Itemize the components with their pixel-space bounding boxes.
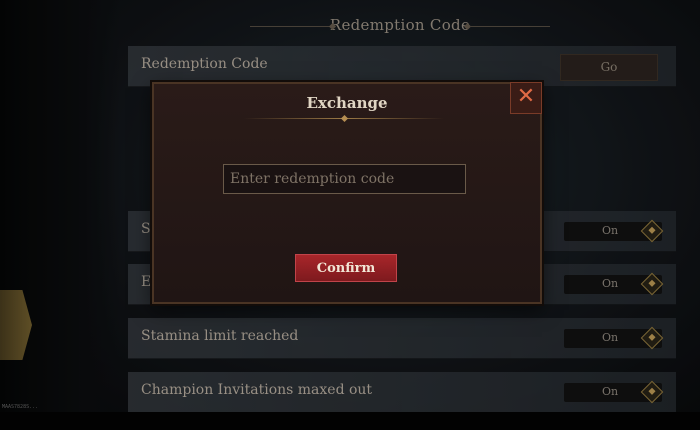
redemption-code-input[interactable] — [223, 164, 466, 194]
confirm-button[interactable]: Confirm — [295, 254, 397, 282]
dialog-title: Exchange — [306, 94, 388, 112]
exchange-dialog: Exchange ✕ Confirm — [152, 82, 542, 304]
title-underline-ornament — [340, 114, 349, 123]
close-icon[interactable]: ✕ — [510, 82, 542, 114]
